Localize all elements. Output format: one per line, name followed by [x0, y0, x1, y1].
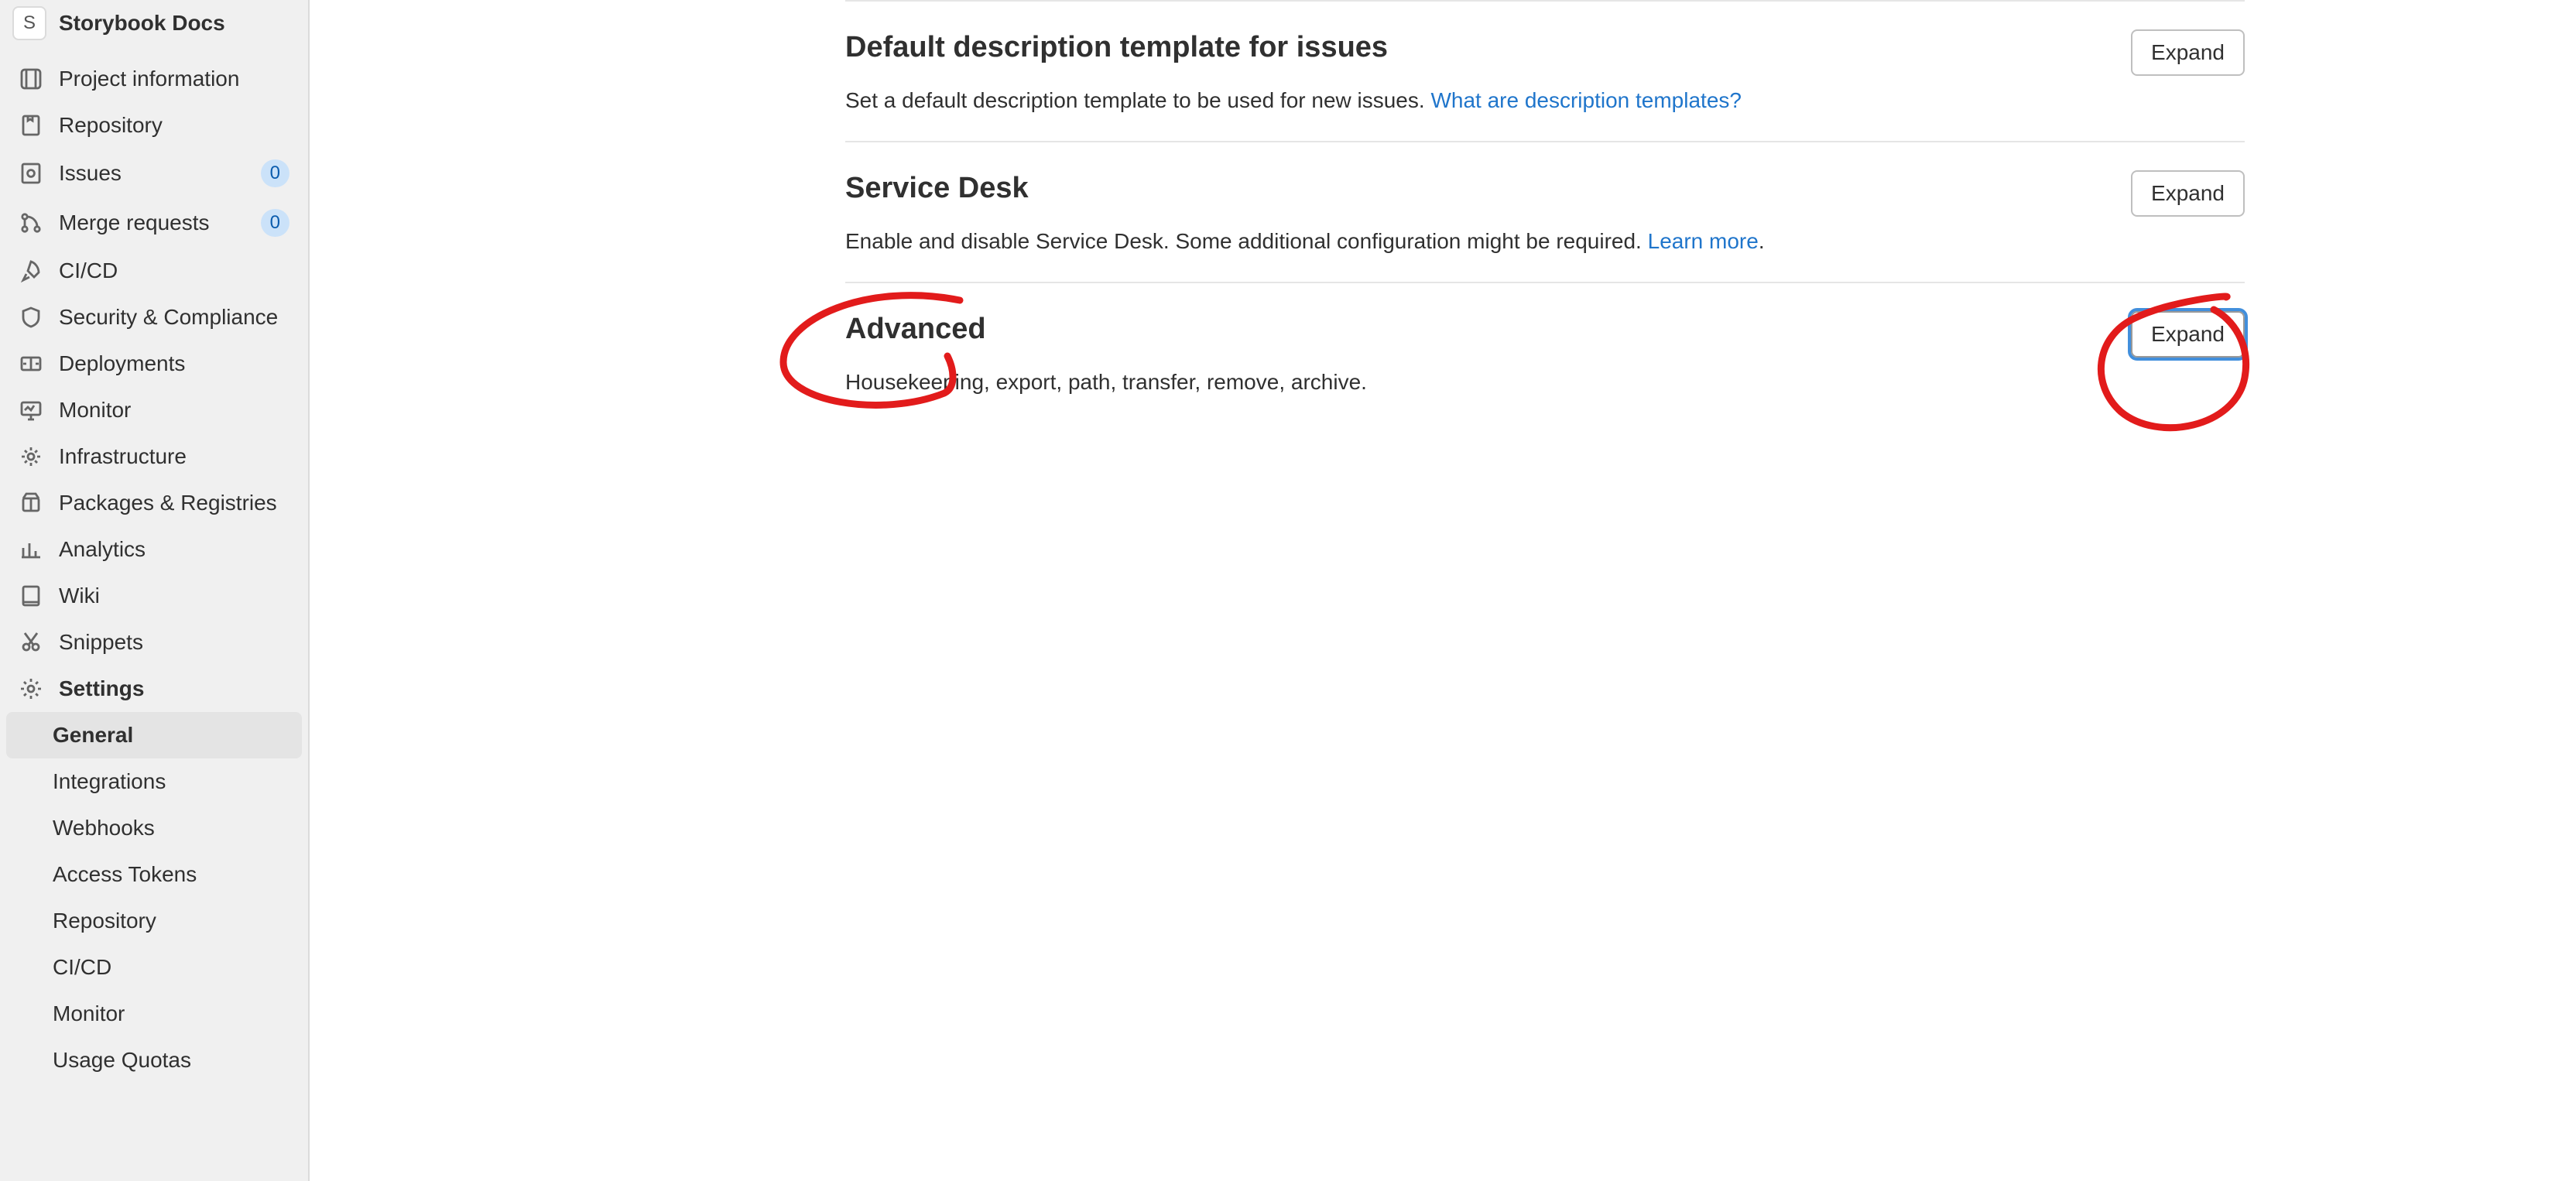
merge-icon	[19, 211, 43, 235]
rocket-icon	[19, 258, 43, 283]
section-default-description-template-for-issues: Default description template for issues E…	[845, 0, 2245, 142]
section-desc-suffix: .	[1759, 229, 1765, 253]
section-desc-link[interactable]: Learn more	[1648, 229, 1759, 253]
section-description: Enable and disable Service Desk. Some ad…	[845, 229, 2245, 254]
sidebar-item-repository[interactable]: Repository	[6, 102, 302, 149]
settings-icon	[19, 676, 43, 701]
repo-icon	[19, 113, 43, 138]
sidebar-item-monitor[interactable]: Monitor	[6, 387, 302, 433]
section-advanced: Advanced Expand Housekeeping, export, path…	[845, 283, 2245, 423]
monitor-icon	[19, 398, 43, 423]
settings-submenu: GeneralIntegrationsWebhooksAccess Tokens…	[6, 712, 302, 1083]
sidebar-item-badge: 0	[261, 159, 289, 187]
sidebar-item-label: Monitor	[59, 398, 289, 423]
sidebar-item-label: Infrastructure	[59, 444, 289, 469]
settings-sub-usage-quotas[interactable]: Usage Quotas	[6, 1037, 302, 1083]
sidebar-item-label: Issues	[59, 161, 245, 186]
expand-button[interactable]: Expand	[2131, 311, 2245, 358]
section-title: Advanced	[845, 311, 986, 348]
sidebar-item-label: Security & Compliance	[59, 305, 289, 330]
section-description: Housekeeping, export, path, transfer, re…	[845, 370, 2245, 395]
sidebar-item-merge-requests[interactable]: Merge requests 0	[6, 198, 302, 248]
deploy-icon	[19, 351, 43, 376]
sidebar-item-security-compliance[interactable]: Security & Compliance	[6, 294, 302, 341]
sidebar-item-packages-registries[interactable]: Packages & Registries	[6, 480, 302, 526]
settings-sub-access-tokens[interactable]: Access Tokens	[6, 851, 302, 898]
analytics-icon	[19, 537, 43, 562]
sidebar-item-label: Merge requests	[59, 211, 245, 235]
sidebar-item-label: Snippets	[59, 630, 289, 655]
section-service-desk: Service Desk Expand Enable and disable Ser…	[845, 142, 2245, 283]
sidebar-item-settings[interactable]: Settings	[6, 666, 302, 712]
section-header: Service Desk Expand	[845, 170, 2245, 217]
sidebar-item-deployments[interactable]: Deployments	[6, 341, 302, 387]
wiki-icon	[19, 584, 43, 608]
project-header[interactable]: S Storybook Docs	[0, 0, 308, 50]
sidebar-item-infrastructure[interactable]: Infrastructure	[6, 433, 302, 480]
section-header: Default description template for issues E…	[845, 29, 2245, 76]
section-desc-text: Set a default description template to be…	[845, 88, 1430, 112]
project-name: Storybook Docs	[59, 11, 225, 36]
sidebar: S Storybook Docs Project information Repo…	[0, 0, 310, 1181]
sidebar-nav: Project informationRepositoryIssues0Merg…	[0, 50, 308, 1102]
sidebar-item-label: Packages & Registries	[59, 491, 289, 515]
sidebar-item-label: Wiki	[59, 584, 289, 608]
section-desc-text: Housekeeping, export, path, transfer, re…	[845, 370, 1367, 394]
section-desc-link[interactable]: What are description templates?	[1430, 88, 1742, 112]
section-title: Default description template for issues	[845, 29, 1388, 67]
sidebar-item-badge: 0	[261, 209, 289, 237]
sidebar-item-label: Project information	[59, 67, 289, 91]
section-desc-text: Enable and disable Service Desk. Some ad…	[845, 229, 1648, 253]
section-title: Service Desk	[845, 170, 1029, 207]
sidebar-item-snippets[interactable]: Snippets	[6, 619, 302, 666]
sidebar-item-label: Deployments	[59, 351, 289, 376]
settings-sub-repository[interactable]: Repository	[6, 898, 302, 944]
info-icon	[19, 67, 43, 91]
sidebar-item-wiki[interactable]: Wiki	[6, 573, 302, 619]
snippets-icon	[19, 630, 43, 655]
settings-sub-webhooks[interactable]: Webhooks	[6, 805, 302, 851]
main-content: Default description template for issues E…	[310, 0, 2576, 1181]
sidebar-item-ci-cd[interactable]: CI/CD	[6, 248, 302, 294]
shield-icon	[19, 305, 43, 330]
settings-sub-ci-cd[interactable]: CI/CD	[6, 944, 302, 991]
expand-button[interactable]: Expand	[2131, 170, 2245, 217]
section-header: Advanced Expand	[845, 311, 2245, 358]
sidebar-item-analytics[interactable]: Analytics	[6, 526, 302, 573]
sidebar-item-label: CI/CD	[59, 258, 289, 283]
infra-icon	[19, 444, 43, 469]
settings-sub-monitor[interactable]: Monitor	[6, 991, 302, 1037]
sidebar-item-project-information[interactable]: Project information	[6, 56, 302, 102]
sidebar-item-issues[interactable]: Issues 0	[6, 149, 302, 198]
section-description: Set a default description template to be…	[845, 88, 2245, 113]
settings-sub-general[interactable]: General	[6, 712, 302, 758]
sidebar-item-label: Analytics	[59, 537, 289, 562]
package-icon	[19, 491, 43, 515]
settings-sub-integrations[interactable]: Integrations	[6, 758, 302, 805]
issues-icon	[19, 161, 43, 186]
sidebar-item-label: Settings	[59, 676, 289, 701]
expand-button[interactable]: Expand	[2131, 29, 2245, 76]
project-avatar: S	[12, 6, 46, 40]
sidebar-item-label: Repository	[59, 113, 289, 138]
